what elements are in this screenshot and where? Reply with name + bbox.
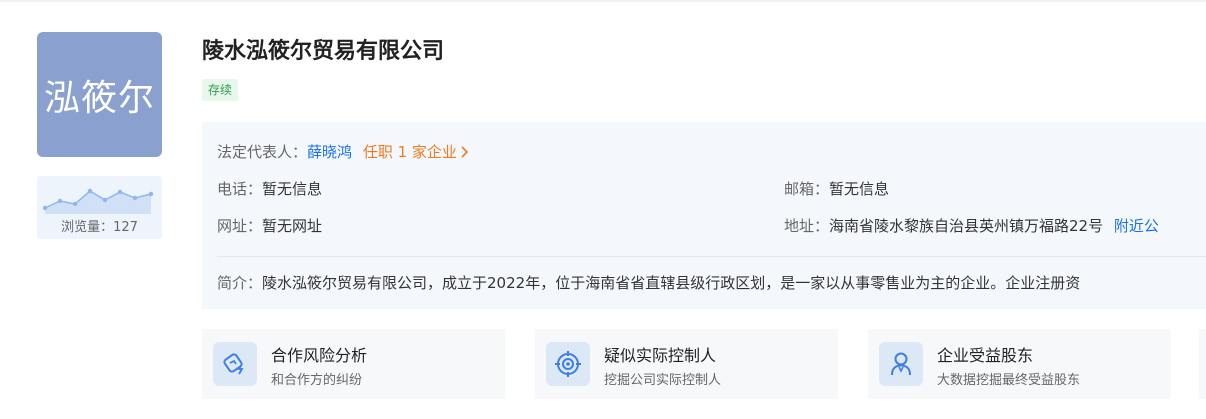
card-subtitle: 挖掘公司实际控制人 [604,373,722,388]
chevron-right-icon [461,146,469,158]
beneficiary-person-icon [879,342,923,386]
card-title: 疑似实际控制人 [604,346,717,365]
intro-row: 简介：陵水泓筱尔贸易有限公司，成立于2022年，位于海南省省直辖县级行政区划，是… [217,272,1080,293]
phone-value: 暂无信息 [262,180,323,198]
handshake-risk-icon [213,342,257,386]
phone-row: 电话：暂无信息 [217,178,322,199]
nearby-companies-link[interactable]: 附近公 [1114,217,1159,235]
legal-rep-label: 法定代表人： [217,143,308,161]
info-panel: 法定代表人：薛晓鸿 任职 1 家企业 电话：暂无信息 邮箱：暂无信息 网址：暂无… [202,122,1206,309]
top-divider [0,0,1206,2]
intro-label: 简介： [217,274,263,292]
legal-rep-link[interactable]: 薛晓鸿 [307,143,352,161]
address-value: 海南省陵水黎族自治县英州镇万福路22号 [829,217,1104,235]
email-label: 邮箱： [784,180,830,198]
website-row: 网址：暂无网址 [217,215,322,236]
card-subtitle: 和合作方的纠纷 [271,373,363,388]
website-value: 暂无网址 [262,217,323,235]
card-title: 企业受益股东 [937,346,1034,365]
address-label: 地址： [784,217,830,235]
views-panel: 浏览量：127 [37,176,162,239]
legal-rep-positions-link[interactable]: 任职 1 家企业 [363,143,469,161]
address-row: 地址：海南省陵水黎族自治县英州镇万福路22号 附近公 [784,215,1159,236]
card-title: 合作风险分析 [271,346,368,365]
company-logo-text: 泓筱尔 [43,77,155,119]
card-beneficiary[interactable]: 企业受益股东 大数据挖掘最终受益股东 [868,329,1171,399]
legal-rep-positions-text: 任职 1 家企业 [362,143,457,161]
company-name: 陵水泓筱尔贸易有限公司 [202,39,445,64]
phone-label: 电话： [217,180,263,198]
company-logo: 泓筱尔 [37,32,162,157]
target-control-icon [546,342,590,386]
legal-rep-row: 法定代表人：薛晓鸿 任职 1 家企业 [217,141,469,162]
card-cooperation-risk[interactable]: 合作风险分析 和合作方的纠纷 [202,329,505,399]
views-trend-icon [43,188,154,214]
email-value: 暂无信息 [829,180,890,198]
email-row: 邮箱：暂无信息 [784,178,889,199]
card-actual-controller[interactable]: 疑似实际控制人 挖掘公司实际控制人 [535,329,838,399]
card-subtitle: 大数据挖掘最终受益股东 [937,373,1081,388]
website-label: 网址： [217,217,263,235]
next-card-edge[interactable] [1199,329,1206,399]
intro-text: 陵水泓筱尔贸易有限公司，成立于2022年，位于海南省省直辖县级行政区划，是一家以… [262,274,1081,292]
views-count: 浏览量：127 [61,220,138,235]
status-badge: 存续 [202,79,239,101]
info-divider [217,256,1206,257]
